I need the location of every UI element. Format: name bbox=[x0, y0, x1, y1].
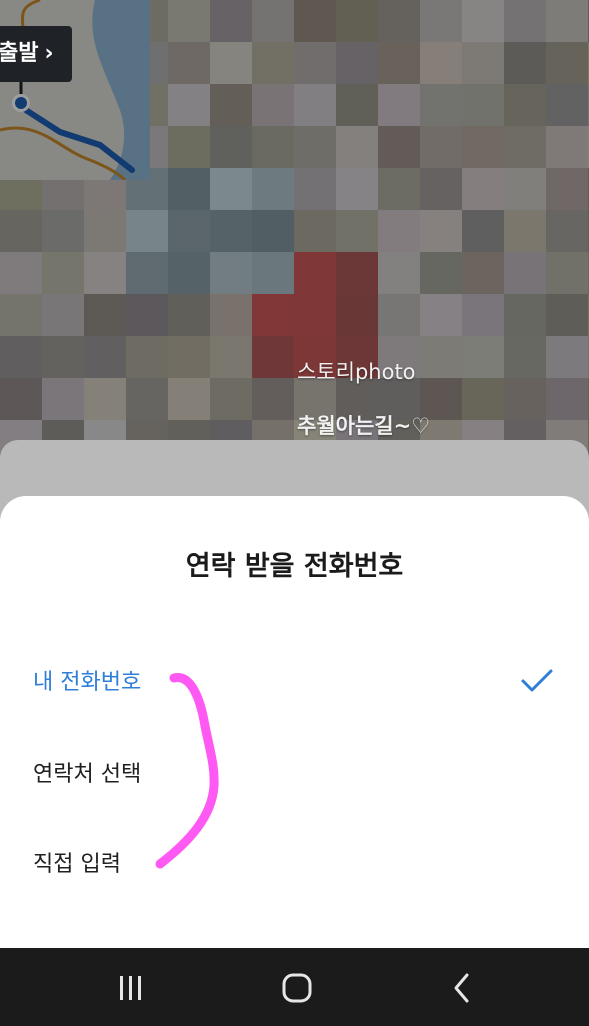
option-select-contact[interactable]: 연락처 선택 bbox=[0, 732, 589, 812]
option-label: 내 전화번호 bbox=[33, 670, 142, 695]
option-label: 연락처 선택 bbox=[33, 762, 142, 787]
option-my-phone-number[interactable]: 내 전화번호 bbox=[0, 640, 589, 720]
hand-drawn-bracket-annotation bbox=[155, 673, 219, 869]
check-icon bbox=[521, 669, 553, 692]
photo-caption-line2: 추월아는길~♡ bbox=[297, 414, 431, 438]
sheet-title: 연락 받을 전화번호 bbox=[185, 551, 404, 582]
background-map-photo: 출발 › 스토리photo 추월아는길~♡ bbox=[0, 0, 589, 500]
back-icon[interactable] bbox=[440, 968, 484, 1008]
depart-label: 출발 bbox=[0, 41, 39, 66]
option-direct-input[interactable]: 직접 입력 bbox=[0, 822, 589, 902]
phone-number-bottom-sheet: 연락 받을 전화번호 내 전화번호 연락처 선택 직접 입력 bbox=[0, 496, 589, 948]
depart-button[interactable]: 출발 › bbox=[0, 26, 72, 82]
chevron-right-icon: › bbox=[44, 41, 54, 66]
system-navigation-bar bbox=[0, 948, 589, 1026]
photo-caption-line1: 스토리photo bbox=[297, 360, 416, 384]
recents-icon[interactable] bbox=[108, 968, 152, 1008]
option-label: 직접 입력 bbox=[33, 852, 121, 877]
home-icon[interactable] bbox=[274, 968, 318, 1008]
modal-scrim[interactable] bbox=[0, 0, 589, 500]
